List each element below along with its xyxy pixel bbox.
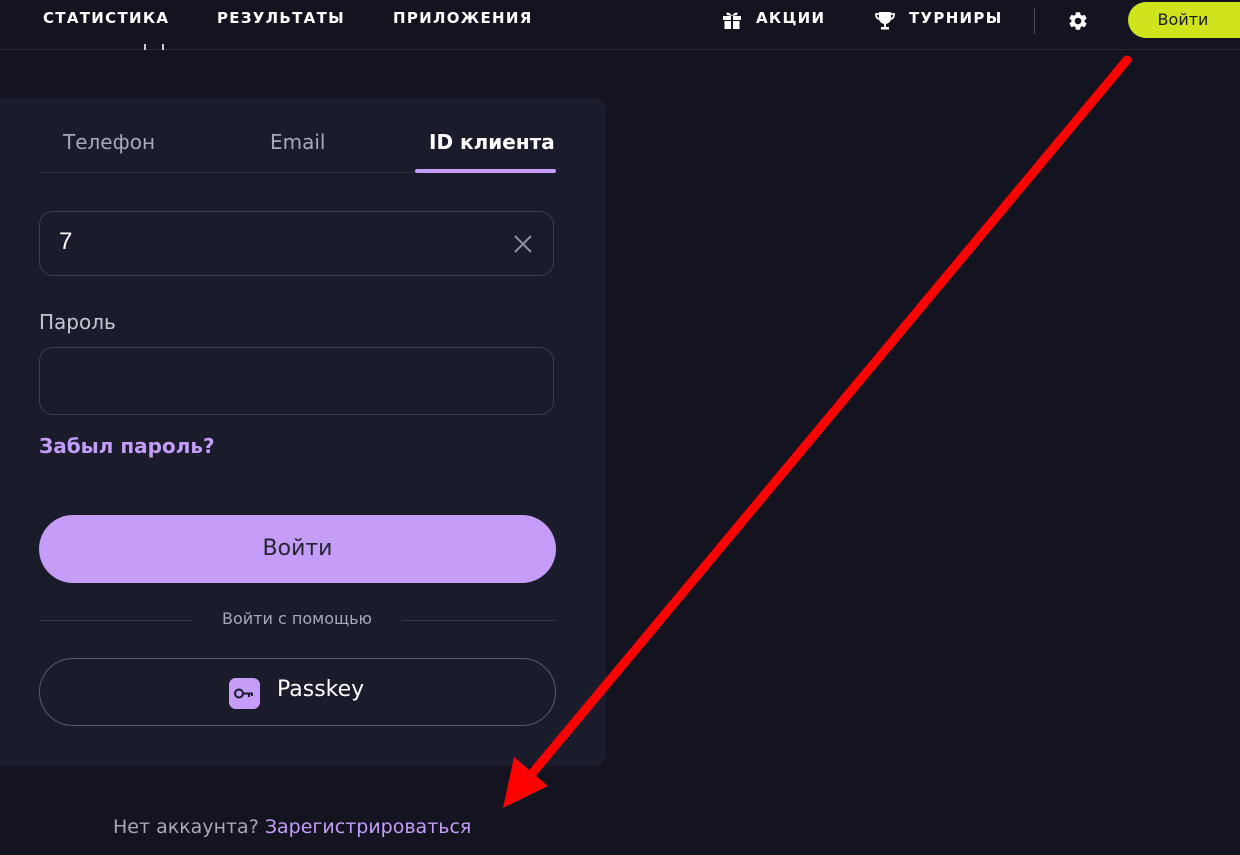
nav-link-statistics[interactable]: СТАТИСТИКА <box>43 9 169 27</box>
separator-line-right <box>402 620 556 621</box>
nav-link-promotions[interactable]: АКЦИИ <box>756 9 825 27</box>
forgot-password-link[interactable]: Забыл пароль? <box>39 434 215 458</box>
separator-text: Войти с помощью <box>222 609 372 628</box>
nav-link-results[interactable]: РЕЗУЛЬТАТЫ <box>217 9 345 27</box>
password-label: Пароль <box>39 310 116 334</box>
nav-link-apps[interactable]: ПРИЛОЖЕНИЯ <box>393 9 533 27</box>
active-tab-indicator <box>415 169 556 173</box>
tab-client-id[interactable]: ID клиента <box>429 130 555 154</box>
passkey-button[interactable]: Passkey <box>39 658 556 726</box>
register-prompt: Нет аккаунта? Зарегистрироваться <box>113 816 471 838</box>
trophy-icon[interactable] <box>874 9 896 31</box>
register-link[interactable]: Зарегистрироваться <box>265 816 472 838</box>
passkey-label: Passkey <box>277 677 365 702</box>
nav-divider <box>1034 8 1035 34</box>
no-account-text: Нет аккаунта? <box>113 816 259 838</box>
header-login-button[interactable]: Войти <box>1128 2 1240 38</box>
top-navigation: СТАТИСТИКА РЕЗУЛЬТАТЫ ПРИЛОЖЕНИЯ АКЦИИ Т… <box>0 0 1240 50</box>
password-input[interactable] <box>39 347 554 415</box>
key-icon <box>229 678 260 709</box>
partial-title-glyph <box>144 44 164 50</box>
nav-link-tournaments[interactable]: ТУРНИРЫ <box>909 9 1003 27</box>
tab-phone[interactable]: Телефон <box>63 130 155 154</box>
gift-icon[interactable] <box>721 9 743 31</box>
tab-email[interactable]: Email <box>270 130 326 154</box>
client-id-value: 7 <box>59 228 73 255</box>
login-submit-button[interactable]: Войти <box>39 515 556 583</box>
separator-line-left <box>39 620 192 621</box>
close-icon[interactable] <box>513 234 533 254</box>
client-id-input[interactable]: 7 <box>39 211 554 276</box>
gear-icon[interactable] <box>1067 10 1089 32</box>
